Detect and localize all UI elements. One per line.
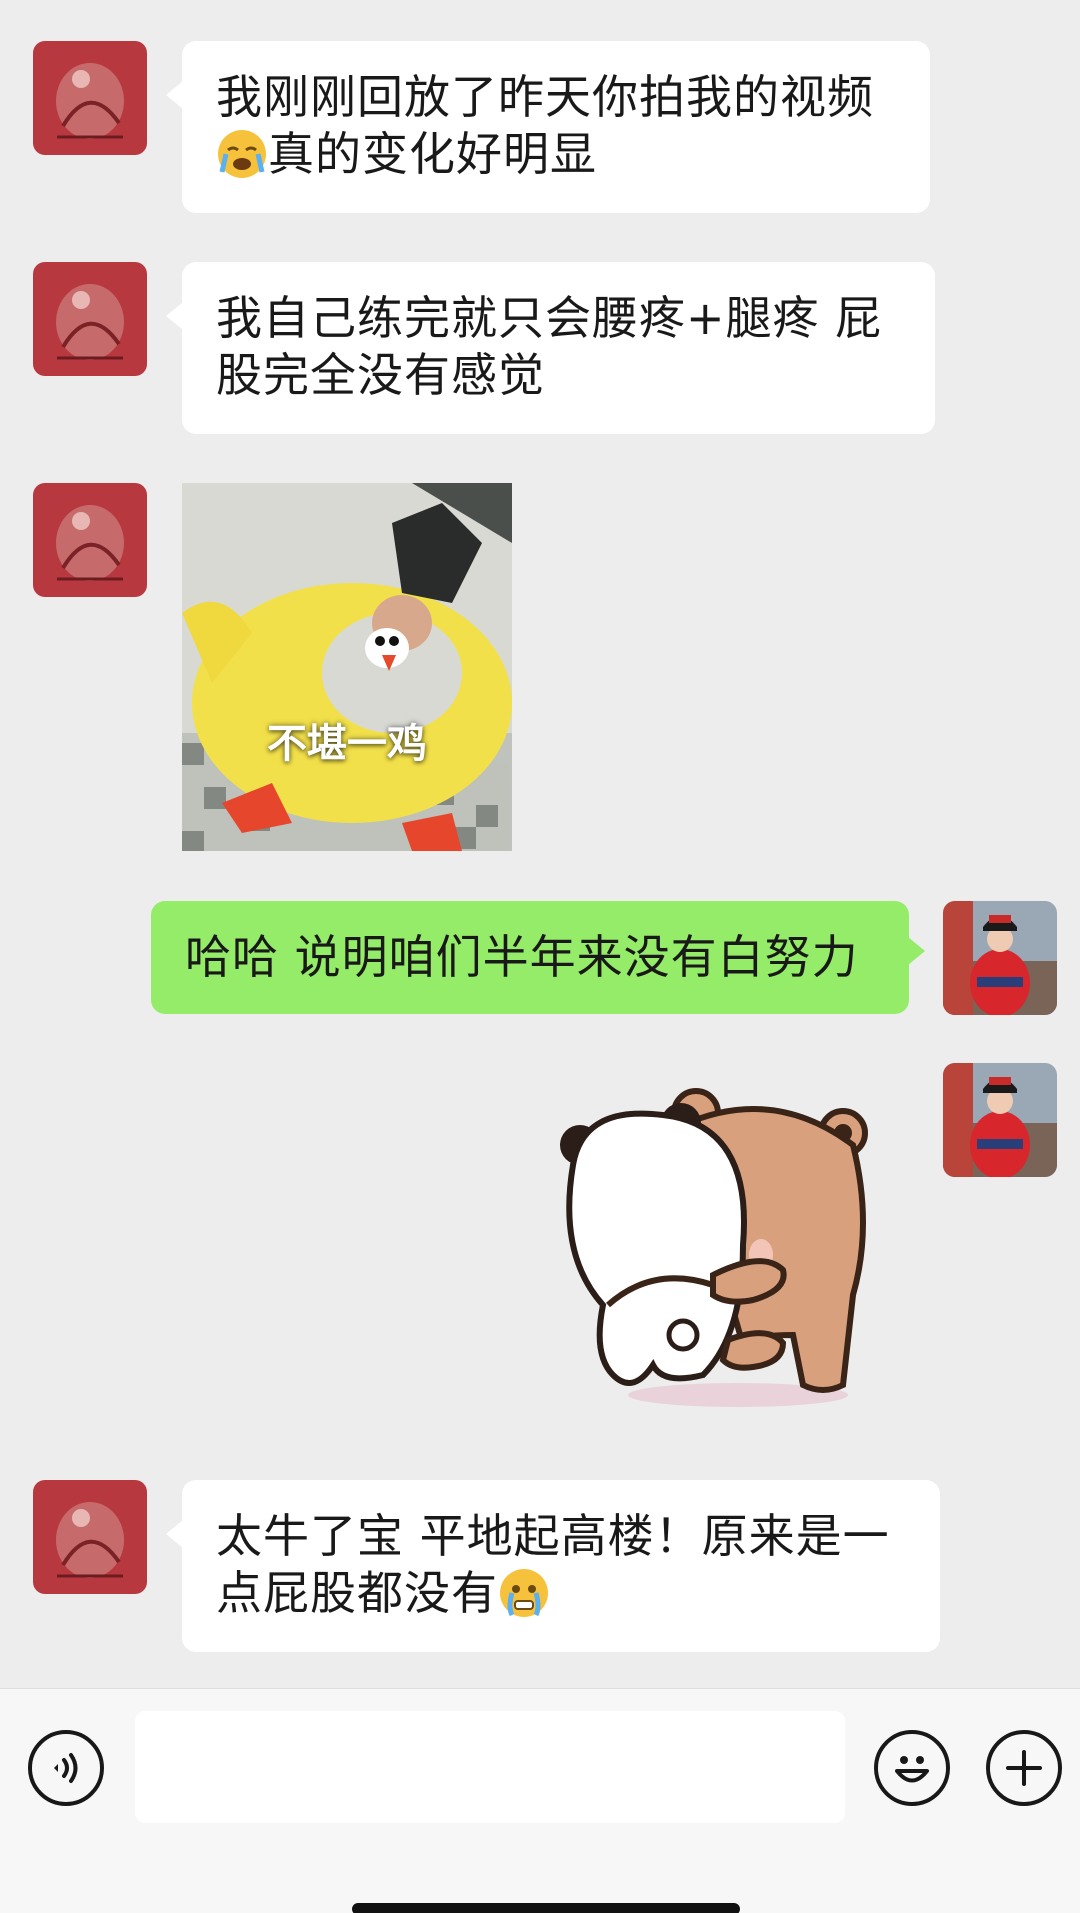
plus-button[interactable] (986, 1730, 1062, 1806)
message-text: 我自己练完就只会腰疼+腿疼 屁 (216, 291, 883, 345)
two-bears-hugging-sticker[interactable] (553, 1085, 869, 1415)
contact-avatar[interactable] (33, 483, 147, 597)
message-text: 股完全没有感觉 (216, 348, 545, 402)
plus-icon (1006, 1750, 1042, 1786)
voice-button[interactable] (28, 1730, 104, 1806)
image-message[interactable]: 不堪一鸡 (182, 483, 512, 851)
image-caption: 不堪一鸡 (267, 721, 427, 767)
message-bubble[interactable]: 太牛了宝 平地起高楼！原来是一 点屁股都没有 (166, 1480, 940, 1652)
my-avatar[interactable] (943, 901, 1057, 1015)
message-bubble[interactable]: 哈哈 说明咱们半年来没有白努力 (151, 901, 925, 1014)
message-input[interactable] (135, 1711, 845, 1823)
voice-icon (54, 1753, 78, 1783)
message-text: 点屁股都没有 (216, 1566, 498, 1620)
input-bar (0, 1688, 1080, 1913)
teary-face-icon (498, 1567, 550, 1619)
contact-avatar[interactable] (33, 1480, 147, 1594)
contact-avatar[interactable] (33, 41, 147, 155)
emoji-icon (895, 1756, 929, 1783)
crying-face-icon (216, 128, 268, 180)
my-avatar[interactable] (943, 1063, 1057, 1177)
message-text: 哈哈 说明咱们半年来没有白努力 (185, 930, 859, 984)
message-text: 真的变化好明显 (268, 127, 597, 181)
chat-screen: 我刚刚回放了昨天你拍我的视频 真的变化好明显 我自己练完就只会腰疼+腿疼 屁 股… (0, 0, 1080, 1913)
message-text: 我刚刚回放了昨天你拍我的视频 (216, 70, 874, 124)
home-indicator[interactable] (352, 1903, 740, 1913)
contact-avatar[interactable] (33, 262, 147, 376)
message-bubble[interactable]: 我刚刚回放了昨天你拍我的视频 真的变化好明显 (166, 41, 930, 213)
message-text: 太牛了宝 平地起高楼！原来是一 (216, 1509, 890, 1563)
message-text-line: 点屁股都没有 (216, 1565, 906, 1622)
message-bubble[interactable]: 我自己练完就只会腰疼+腿疼 屁 股完全没有感觉 (166, 262, 935, 434)
message-text-line: 真的变化好明显 (216, 126, 896, 183)
emoji-button[interactable] (874, 1730, 950, 1806)
